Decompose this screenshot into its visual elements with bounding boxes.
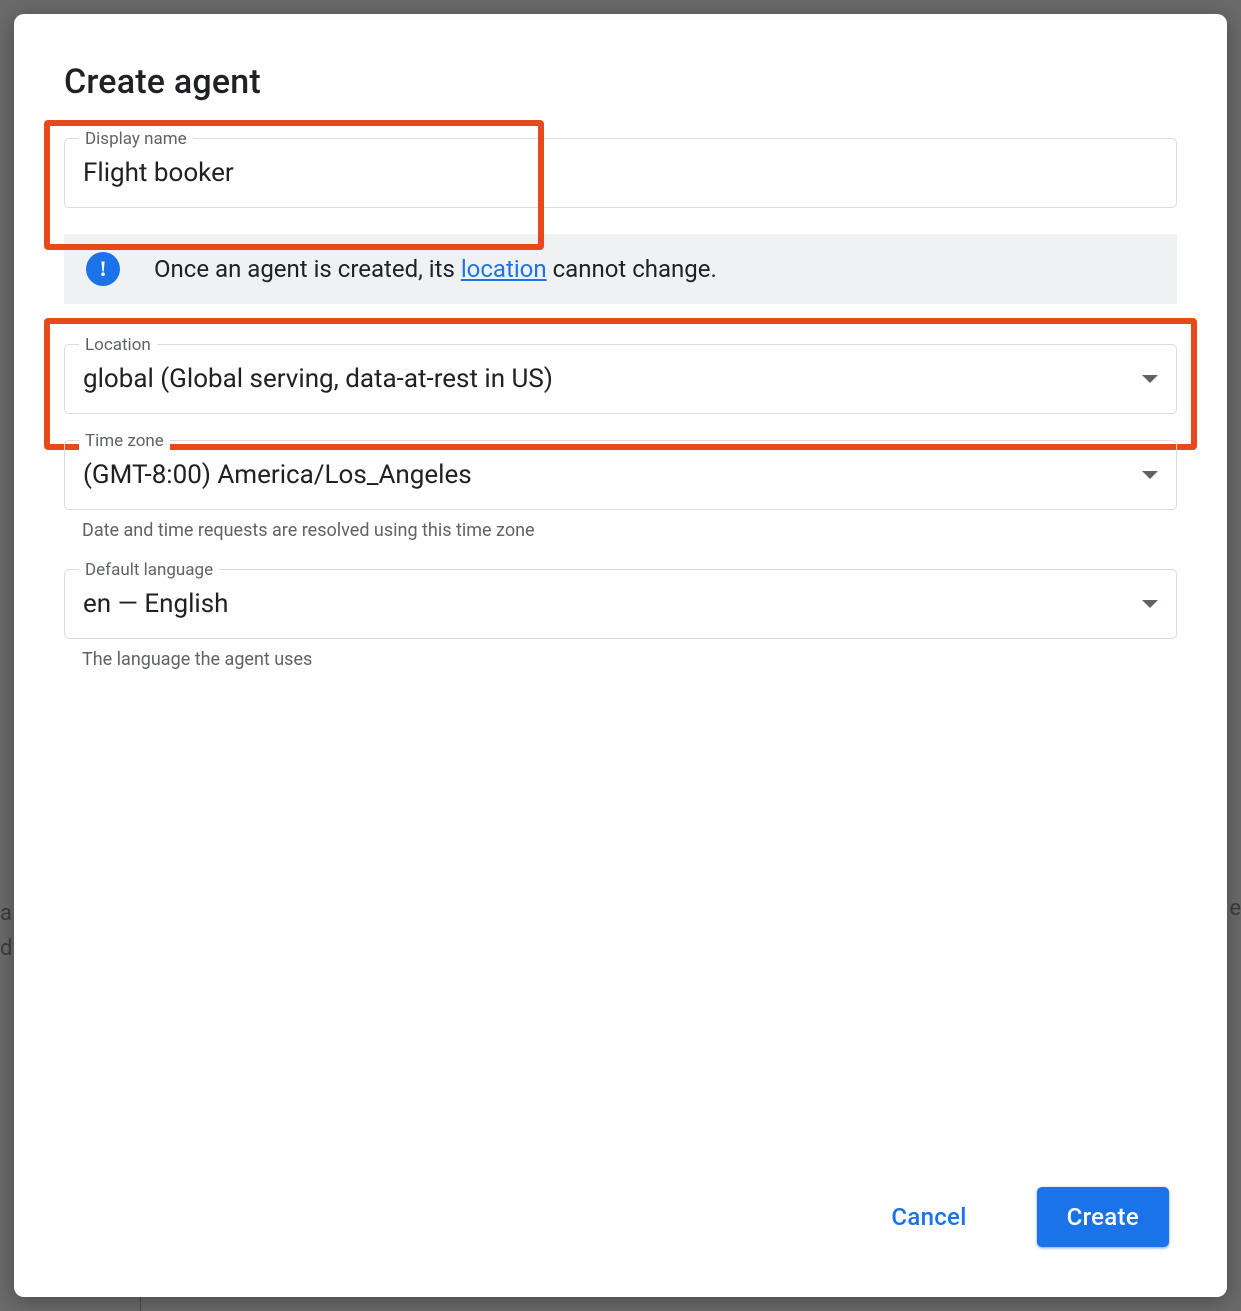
display-name-field[interactable]: Display name [64, 138, 1177, 208]
location-select-value[interactable]: global (Global serving, data-at-rest in … [83, 364, 1142, 394]
info-icon: ! [86, 252, 120, 286]
create-agent-dialog: Create agent Display name ! Once an agen… [14, 14, 1227, 1297]
timezone-select-value[interactable]: (GMT-8:00) America/Los_Angeles [83, 460, 1142, 490]
location-field[interactable]: Location global (Global serving, data-at… [64, 344, 1177, 414]
cancel-button[interactable]: Cancel [861, 1187, 996, 1247]
default-language-helper: The language the agent uses [82, 649, 1177, 670]
chevron-down-icon [1142, 600, 1158, 608]
location-info-banner: ! Once an agent is created, its location… [64, 234, 1177, 304]
dialog-title: Create agent [64, 62, 1177, 102]
location-docs-link[interactable]: location [461, 255, 547, 283]
background-obscured-text-right: e [1229, 896, 1241, 921]
display-name-label: Display name [79, 129, 193, 149]
location-label: Location [79, 335, 157, 355]
display-name-input[interactable] [83, 158, 1158, 188]
default-language-label: Default language [79, 560, 219, 580]
background-obscured-text-left: ad [0, 896, 12, 966]
info-text-after: cannot change. [547, 255, 717, 283]
dialog-actions: Cancel Create [64, 1187, 1177, 1247]
chevron-down-icon [1142, 471, 1158, 479]
display-name-field-block: Display name [64, 138, 1177, 208]
chevron-down-icon [1142, 375, 1158, 383]
default-language-field-block: Default language en — English The langua… [64, 569, 1177, 670]
info-text: Once an agent is created, its location c… [154, 255, 717, 283]
timezone-field-block: Time zone (GMT-8:00) America/Los_Angeles… [64, 440, 1177, 541]
timezone-field[interactable]: Time zone (GMT-8:00) America/Los_Angeles [64, 440, 1177, 510]
location-field-block: Location global (Global serving, data-at… [64, 344, 1177, 414]
default-language-select-value[interactable]: en — English [83, 589, 1142, 619]
timezone-helper: Date and time requests are resolved usin… [82, 520, 1177, 541]
info-text-before: Once an agent is created, its [154, 255, 461, 283]
timezone-label: Time zone [79, 431, 170, 451]
create-button[interactable]: Create [1037, 1187, 1169, 1247]
default-language-field[interactable]: Default language en — English [64, 569, 1177, 639]
